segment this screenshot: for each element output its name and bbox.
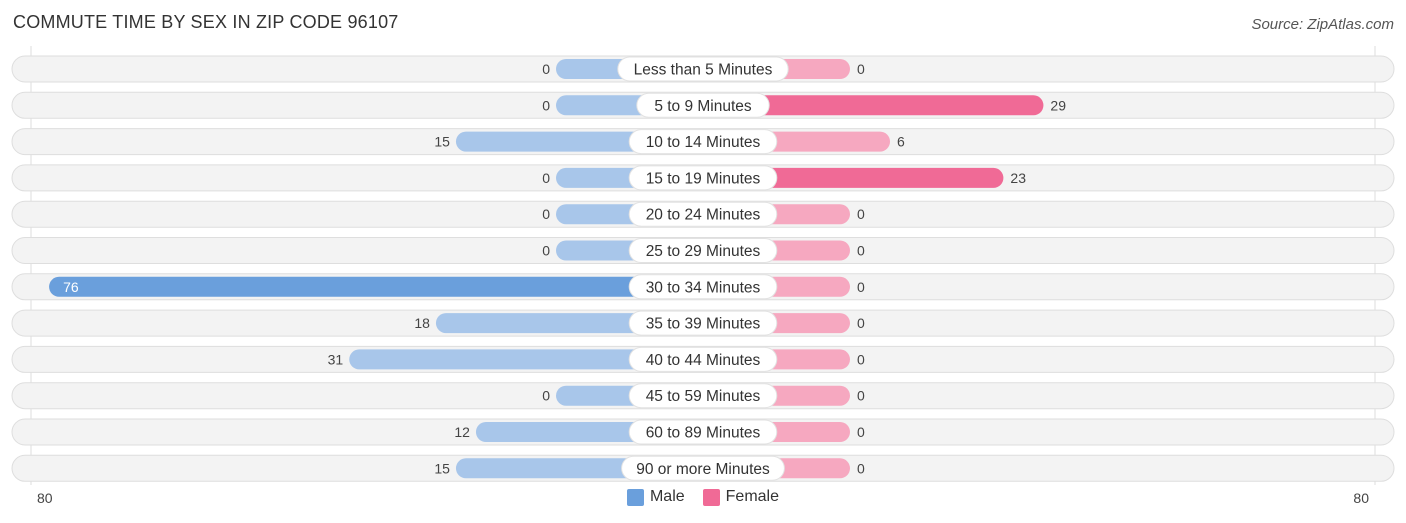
female-value-label: 0: [857, 460, 865, 476]
female-value-label: 0: [857, 279, 865, 295]
female-value-label: 6: [897, 134, 905, 150]
male-value-label: 0: [542, 61, 550, 77]
legend-label-female: Female: [725, 488, 780, 505]
male-value-label: 15: [434, 460, 450, 476]
male-value-label: 0: [542, 243, 550, 259]
male-value-label: 76: [63, 279, 79, 295]
category-label: 35 to 39 Minutes: [646, 316, 761, 333]
female-value-label: 0: [857, 424, 865, 440]
male-bar: [49, 276, 703, 297]
category-label: 30 to 34 Minutes: [646, 279, 761, 296]
category-label: 5 to 9 Minutes: [654, 98, 752, 115]
female-value-label: 0: [857, 206, 865, 222]
female-value-label: 0: [857, 315, 865, 331]
chart-canvas: Less than 5 Minutes 0 0 5 to 9 Minutes 0 29 10…: [11, 46, 1395, 485]
female-value-label: 0: [857, 243, 865, 259]
legend-swatch-female: [702, 488, 720, 506]
category-label: 20 to 24 Minutes: [646, 207, 761, 224]
female-value-label: 0: [857, 351, 865, 367]
male-value-label: 15: [434, 134, 450, 150]
category-label: 90 or more Minutes: [636, 461, 770, 478]
legend-label-male: Male: [649, 488, 685, 505]
female-value-label: 0: [857, 388, 865, 404]
male-value-label: 12: [454, 424, 470, 440]
legend: Male Female: [0, 488, 1406, 506]
legend-item-male: Male: [626, 488, 685, 506]
category-label: 15 to 19 Minutes: [646, 170, 761, 187]
male-value-label: 0: [542, 97, 550, 113]
category-label: 10 to 14 Minutes: [646, 134, 761, 151]
male-value-label: 0: [542, 170, 550, 186]
legend-swatch-male: [626, 488, 644, 506]
category-label: 45 to 59 Minutes: [646, 388, 761, 405]
male-value-label: 31: [328, 351, 344, 367]
category-label: 40 to 44 Minutes: [646, 352, 761, 369]
male-value-label: 0: [542, 206, 550, 222]
male-value-label: 18: [414, 315, 430, 331]
legend-item-female: Female: [702, 488, 780, 506]
female-value-label: 29: [1050, 97, 1066, 113]
female-value-label: 0: [857, 61, 865, 77]
male-value-label: 0: [542, 388, 550, 404]
category-label: Less than 5 Minutes: [634, 62, 773, 79]
female-value-label: 23: [1010, 170, 1026, 186]
category-label: 25 to 29 Minutes: [646, 243, 761, 260]
category-label: 60 to 89 Minutes: [646, 425, 761, 442]
